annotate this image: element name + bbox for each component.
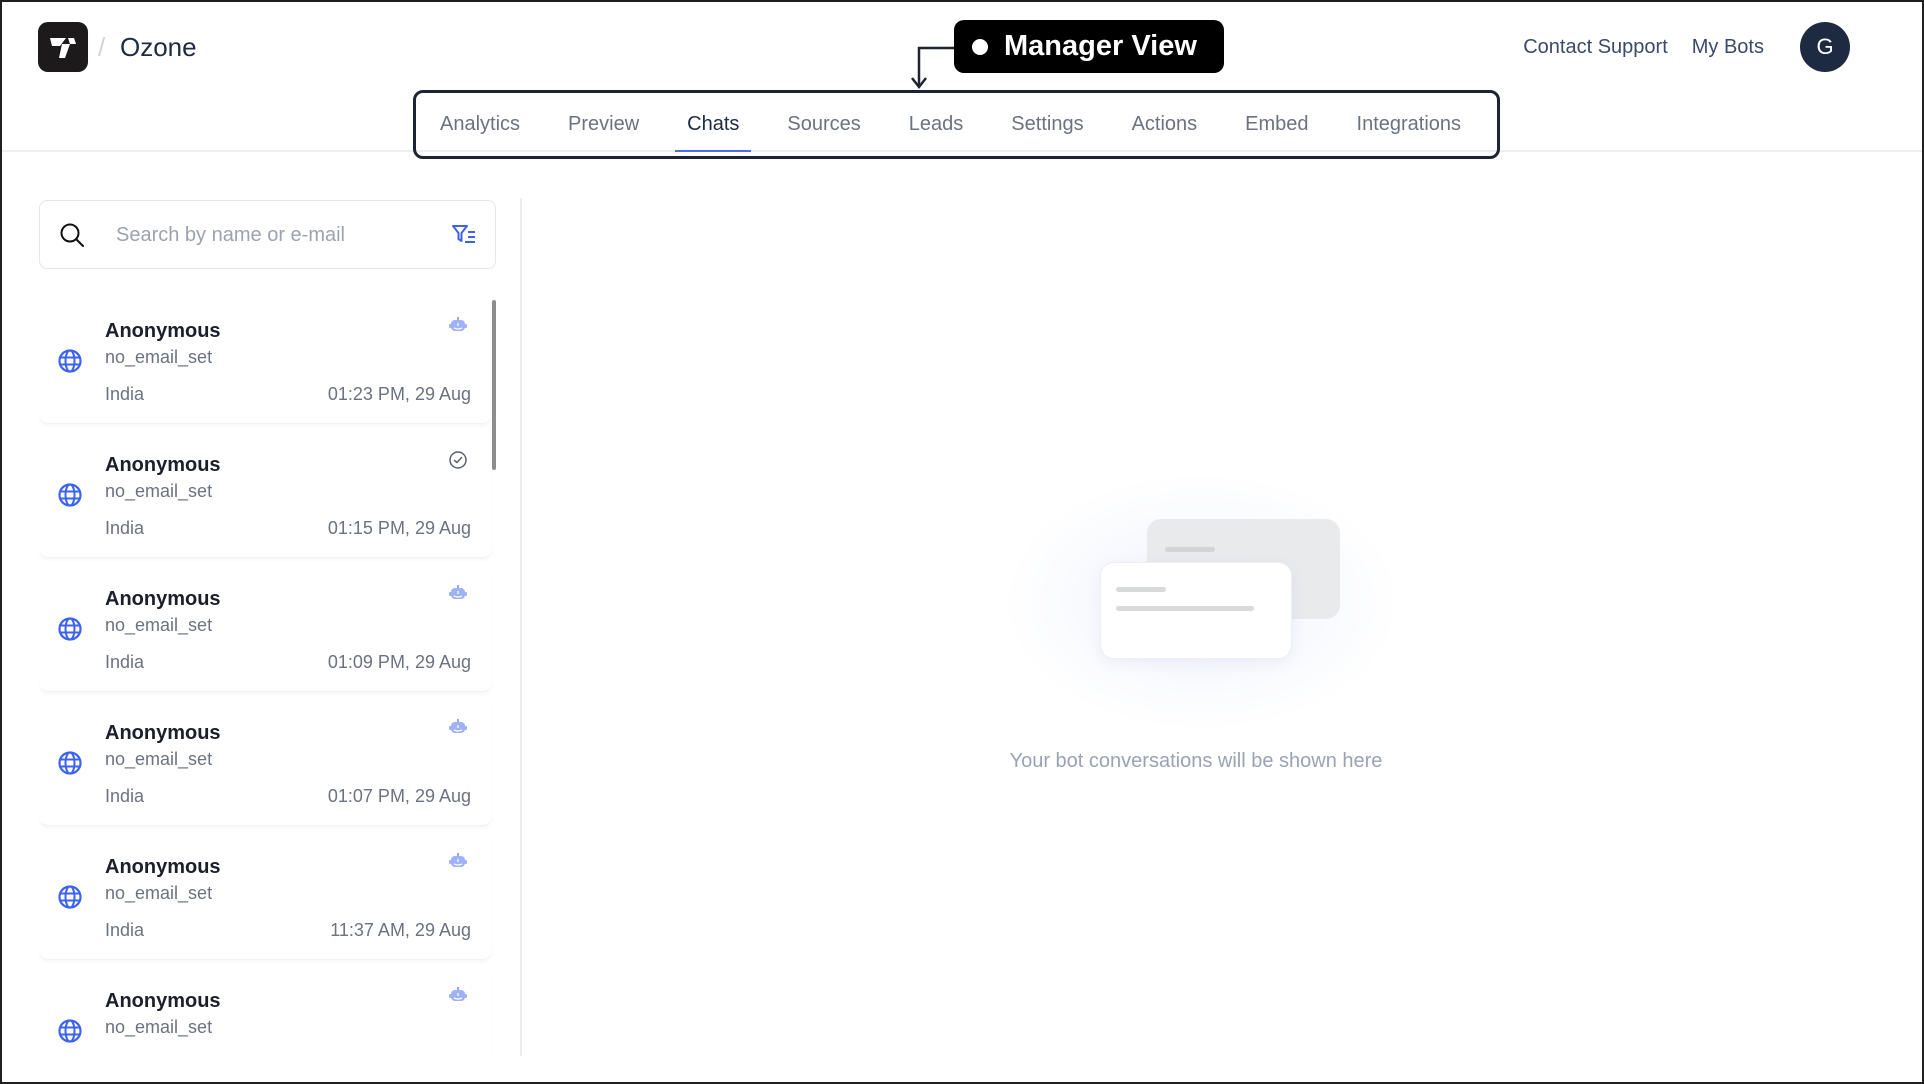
- chat-timestamp: 01:07 PM, 29 Aug: [327, 786, 471, 806]
- tab-embed[interactable]: Embed: [1233, 93, 1320, 156]
- chat-list-item[interactable]: Anonymous no_email_set India 01:07 PM, 2…: [39, 700, 492, 826]
- chat-list-item[interactable]: Anonymous no_email_set: [39, 968, 492, 1056]
- visitor-name: Anonymous: [105, 856, 221, 878]
- tab-chats[interactable]: Chats: [675, 93, 752, 156]
- tab-label: Preview: [568, 113, 640, 135]
- chat-timestamp: 01:15 PM, 29 Aug: [327, 518, 471, 538]
- chat-list-scrollbar[interactable]: [492, 300, 496, 470]
- chat-timestamp: 11:37 AM, 29 Aug: [330, 920, 471, 940]
- chat-list-item[interactable]: Anonymous no_email_set India 01:23 PM, 2…: [39, 298, 492, 424]
- bot-icon: [449, 853, 467, 867]
- contact-support-link[interactable]: Contact Support: [1523, 36, 1668, 59]
- empty-state-message: Your bot conversations will be shown her…: [1009, 750, 1383, 772]
- visitor-country: India: [105, 652, 145, 672]
- tab-label: Sources: [787, 113, 861, 135]
- placeholder-line: [1116, 587, 1166, 592]
- annotation-label: Manager View: [1004, 30, 1197, 62]
- main-tabs: Analytics Preview Chats Sources Leads Se…: [413, 90, 1500, 159]
- globe-icon: [58, 885, 82, 909]
- bot-name: Ozone: [120, 32, 197, 62]
- chat-search-box: [39, 200, 496, 269]
- bot-icon: [449, 987, 467, 1001]
- user-avatar[interactable]: G: [1800, 22, 1850, 72]
- visitor-name: Anonymous: [105, 722, 221, 744]
- tab-label: Integrations: [1356, 113, 1462, 135]
- visitor-name: Anonymous: [105, 320, 221, 342]
- my-bots-link[interactable]: My Bots: [1692, 36, 1764, 59]
- globe-icon: [58, 483, 82, 507]
- bot-icon: [449, 317, 467, 331]
- chat-status: [448, 718, 468, 741]
- tab-label: Embed: [1245, 113, 1309, 135]
- tab-sources[interactable]: Sources: [775, 93, 872, 156]
- visitor-email: no_email_set: [105, 481, 213, 501]
- globe-icon: [58, 349, 82, 373]
- visitor-country: India: [105, 920, 145, 940]
- chat-status: [448, 450, 468, 475]
- placeholder-line: [1165, 547, 1215, 552]
- chat-list-item[interactable]: Anonymous no_email_set India 01:09 PM, 2…: [39, 566, 492, 692]
- logo-icon: [50, 38, 76, 58]
- chat-status: [448, 986, 468, 1009]
- tab-label: Chats: [687, 113, 740, 135]
- bot-icon: [449, 585, 467, 599]
- filter-list-icon[interactable]: [451, 223, 477, 245]
- tab-label: Leads: [908, 113, 964, 135]
- breadcrumb-separator: /: [98, 32, 106, 62]
- visitor-name: Anonymous: [105, 990, 221, 1012]
- annotation-dot-icon: [972, 38, 988, 55]
- chat-status: [448, 852, 468, 875]
- visitor-country: India: [105, 384, 145, 404]
- globe-icon: [58, 1019, 82, 1043]
- manager-view-annotation: Manager View: [954, 20, 1224, 73]
- visitor-country: India: [105, 786, 145, 806]
- visitor-email: no_email_set: [105, 749, 213, 769]
- placeholder-line: [1116, 606, 1254, 611]
- visitor-email: no_email_set: [105, 1017, 213, 1037]
- tab-integrations[interactable]: Integrations: [1345, 93, 1474, 156]
- tab-settings[interactable]: Settings: [999, 93, 1095, 156]
- empty-illustration-front-card: [1100, 562, 1292, 659]
- bot-icon: [449, 719, 467, 733]
- brand-logo[interactable]: [38, 22, 88, 72]
- visitor-name: Anonymous: [105, 588, 221, 610]
- chat-list-item[interactable]: Anonymous no_email_set India 01:15 PM, 2…: [39, 432, 492, 558]
- globe-icon: [58, 617, 82, 641]
- chat-status: [448, 316, 468, 339]
- chat-timestamp: 01:09 PM, 29 Aug: [327, 652, 471, 672]
- visitor-email: no_email_set: [105, 615, 213, 635]
- search-input[interactable]: [116, 217, 416, 253]
- search-icon: [60, 223, 84, 247]
- header-actions: Contact Support My Bots G: [1523, 22, 1850, 72]
- tab-actions[interactable]: Actions: [1120, 93, 1210, 156]
- check-circle-icon: [449, 451, 467, 469]
- tab-preview[interactable]: Preview: [556, 93, 651, 156]
- chat-list: Anonymous no_email_set India 01:23 PM, 2…: [39, 298, 495, 1056]
- visitor-name: Anonymous: [105, 454, 221, 476]
- chat-status: [448, 584, 468, 607]
- chat-timestamp: 01:23 PM, 29 Aug: [327, 384, 471, 404]
- tab-label: Settings: [1011, 113, 1084, 135]
- globe-icon: [58, 751, 82, 775]
- app-window: / Ozone Contact Support My Bots G Manage…: [0, 0, 1924, 1084]
- chat-list-item[interactable]: Anonymous no_email_set India 11:37 AM, 2…: [39, 834, 492, 960]
- tab-leads[interactable]: Leads: [897, 93, 976, 156]
- visitor-email: no_email_set: [105, 883, 213, 903]
- tab-label: Analytics: [440, 113, 521, 135]
- panel-divider: [520, 198, 522, 1056]
- tab-analytics[interactable]: Analytics: [428, 93, 532, 156]
- tab-label: Actions: [1131, 113, 1198, 135]
- visitor-email: no_email_set: [105, 347, 213, 367]
- visitor-country: India: [105, 518, 145, 538]
